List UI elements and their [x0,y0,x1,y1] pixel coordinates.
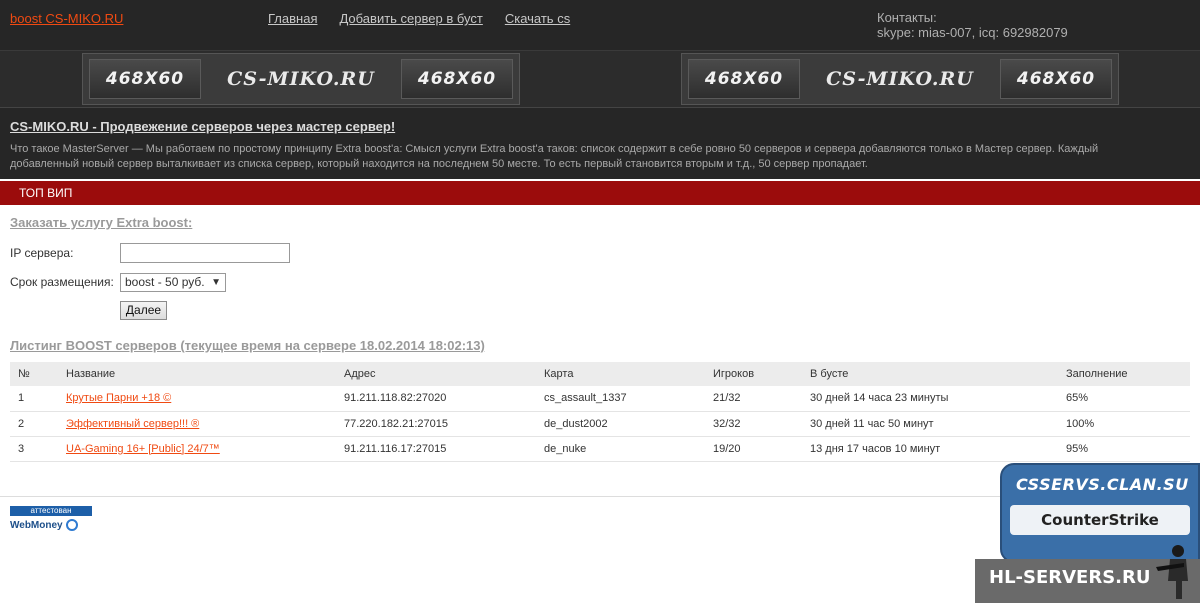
cell-boost-time: 30 дней 14 часа 23 минуты [802,386,1058,412]
col-header-number: № [10,362,58,386]
banner-tile: 468X60 [401,59,513,99]
watermark-top-text: CSSERVS.CLAN.SU [1016,475,1189,494]
table-row: 1 Крутые Парни +18 © 91.211.118.82:27020… [10,386,1190,412]
watermark-bottom-text: HL-SERVERS.RU [989,567,1151,588]
cell-players: 21/32 [705,386,802,412]
cell-address: 91.211.116.17:27015 [336,436,536,462]
banner-tile: 468X60 [89,59,201,99]
intro-section: CS-MIKO.RU - Продвежение серверов через … [0,107,1200,179]
term-select[interactable]: boost - 50 руб. ▼ [120,273,226,292]
server-name-link[interactable]: Эффективный сервер!!! ® [66,418,199,430]
col-header-address: Адрес [336,362,536,386]
intro-text: Что такое MasterServer — Мы работаем по … [10,143,1099,170]
counter-strike-logo: CounterStrike [1010,505,1190,535]
table-row: 3 UA-Gaming 16+ [Public] 24/7™ 91.211.11… [10,436,1190,462]
table-row: 2 Эффективный сервер!!! ® 77.220.182.21:… [10,411,1190,437]
cell-boost-time: 30 дней 11 час 50 минут [802,411,1058,437]
order-title-link[interactable]: Заказать услугу Extra boost: [10,215,192,230]
banner-tile: 468X60 [1000,59,1112,99]
ad-banner-left[interactable]: 468X60 CS-MIKO.RU 468X60 [82,53,520,105]
nav-add-server-link[interactable]: Добавить сервер в буст [339,11,482,26]
cell-address: 91.211.118.82:27020 [336,386,536,412]
intro-title-link[interactable]: CS-MIKO.RU - Продвежение серверов через … [10,119,395,134]
soldier-silhouette-icon [1156,545,1188,599]
contacts-value: skype: mias-007, icq: 692982079 [877,25,1068,40]
cell-map: de_nuke [536,436,705,462]
submit-button[interactable]: Далее [120,301,167,320]
server-name-link[interactable]: Крутые Парни +18 © [66,392,171,404]
contacts: Контакты: skype: mias-007, icq: 69298207… [877,10,1068,40]
cell-fill: 65% [1058,386,1190,412]
nav-home-link[interactable]: Главная [268,11,317,26]
cell-number: 1 [10,386,58,412]
top-vip-label[interactable]: ТОП ВИП [19,186,72,200]
dropdown-arrow-icon: ▼ [211,277,221,288]
col-header-boost-time: В бусте [802,362,1058,386]
cell-number: 2 [10,411,58,437]
cell-fill: 95% [1058,436,1190,462]
banner-title: CS-MIKO.RU [227,68,375,90]
banner-strip: 468X60 CS-MIKO.RU 468X60 468X60 CS-MIKO.… [0,50,1200,107]
cell-map: cs_assault_1337 [536,386,705,412]
col-header-players: Игроков [705,362,802,386]
col-header-name: Название [58,362,336,386]
cell-address: 77.220.182.21:27015 [336,411,536,437]
server-name-link[interactable]: UA-Gaming 16+ [Public] 24/7™ [66,443,220,455]
cell-boost-time: 13 дня 17 часов 10 минут [802,436,1058,462]
term-label: Срок размещения: [10,275,114,289]
webmoney-brand-text: WebMoney [10,519,63,531]
nav-download-cs-link[interactable]: Скачать cs [505,11,570,26]
corner-watermark: CSSERVS.CLAN.SU CounterStrike HL-SERVERS… [975,463,1200,604]
site-logo-link[interactable]: boost CS-MIKO.RU [10,11,123,26]
top-vip-bar: ТОП ВИП [0,181,1200,205]
col-header-map: Карта [536,362,705,386]
main-nav: Главная Добавить сервер в буст Скачать c… [268,11,570,26]
col-header-fill: Заполнение [1058,362,1190,386]
term-select-value: boost - 50 руб. [125,275,205,289]
banner-title: CS-MIKO.RU [826,68,974,90]
cell-name: UA-Gaming 16+ [Public] 24/7™ [58,436,336,462]
listing-title-link[interactable]: Листинг BOOST серверов (текущее время на… [10,338,485,353]
webmoney-attested-label: аттестован [10,506,92,516]
webmoney-badge[interactable]: аттестован WebMoney [10,506,92,536]
banner-tile: 468X60 [688,59,800,99]
webmoney-globe-icon [65,519,78,531]
cell-name: Крутые Парни +18 © [58,386,336,412]
cell-players: 19/20 [705,436,802,462]
cell-map: de_dust2002 [536,411,705,437]
site-header: boost CS-MIKO.RU Главная Добавить сервер… [0,0,1200,50]
cell-number: 3 [10,436,58,462]
ad-banner-right[interactable]: 468X60 CS-MIKO.RU 468X60 [681,53,1119,105]
table-header-row: № Название Адрес Карта Игроков В бусте З… [10,362,1190,386]
ip-label: IP сервера: [10,246,74,260]
cell-players: 32/32 [705,411,802,437]
servers-table: № Название Адрес Карта Игроков В бусте З… [10,362,1190,462]
webmoney-brand: WebMoney [10,519,92,531]
cell-name: Эффективный сервер!!! ® [58,411,336,437]
cell-fill: 100% [1058,411,1190,437]
contacts-label: Контакты: [877,10,937,25]
ip-input[interactable] [120,243,290,263]
